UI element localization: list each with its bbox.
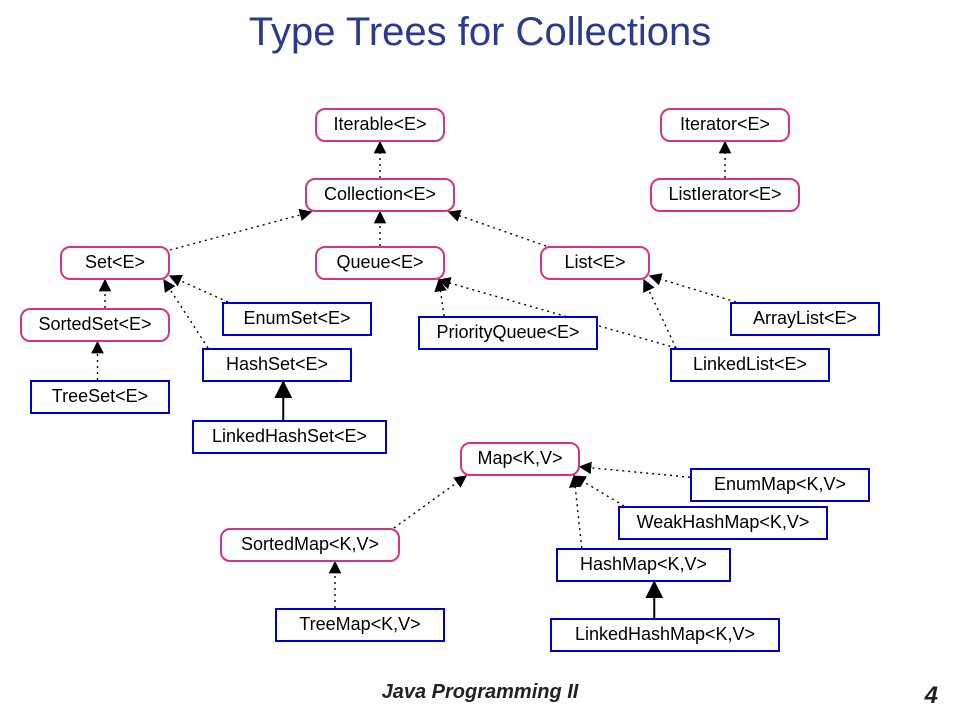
slide-title: Type Trees for Collections <box>0 10 960 55</box>
edge-priorityqueue-to-queue <box>439 280 444 316</box>
edge-arraylist-to-list <box>650 276 736 302</box>
edge-hashset-to-set <box>164 280 208 348</box>
edge-enummap-to-map <box>580 467 690 477</box>
node-map: Map<K,V> <box>460 442 580 476</box>
node-sortedset: SortedSet<E> <box>20 308 170 342</box>
node-priorityqueue: PriorityQueue<E> <box>418 316 598 350</box>
node-iterable: Iterable<E> <box>315 108 445 142</box>
node-enumset: EnumSet<E> <box>222 302 372 336</box>
edge-weakhashmap-to-map <box>574 476 624 506</box>
edge-hashmap-to-map <box>574 476 582 548</box>
node-hashset: HashSet<E> <box>202 348 352 382</box>
node-linkedhashmap: LinkedHashMap<K,V> <box>550 618 780 652</box>
node-enummap: EnumMap<K,V> <box>690 468 870 502</box>
node-linkedlist: LinkedList<E> <box>670 348 830 382</box>
node-listiterator: ListIerator<E> <box>650 178 800 212</box>
node-list: List<E> <box>540 246 650 280</box>
node-treeset: TreeSet<E> <box>30 380 170 414</box>
edge-sortedmap-to-map <box>394 476 466 528</box>
diagram-stage: Type Trees for Collections Iterable<E> It… <box>0 0 960 720</box>
edge-set-to-collection <box>170 212 311 250</box>
node-set: Set<E> <box>60 246 170 280</box>
edge-enumset-to-set <box>170 276 228 302</box>
node-linkedhashset: LinkedHashSet<E> <box>192 420 387 454</box>
footer-course: Java Programming II <box>0 681 960 704</box>
node-weakhashmap: WeakHashMap<K,V> <box>618 506 828 540</box>
node-arraylist: ArrayList<E> <box>730 302 880 336</box>
node-sortedmap: SortedMap<K,V> <box>220 528 400 562</box>
edge-list-to-collection <box>449 212 546 246</box>
node-queue: Queue<E> <box>315 246 445 280</box>
edge-linkedlist-to-list <box>644 280 676 348</box>
footer-page: 4 <box>925 682 938 710</box>
node-hashmap: HashMap<K,V> <box>556 548 731 582</box>
node-treemap: TreeMap<K,V> <box>275 608 445 642</box>
node-collection: Collection<E> <box>305 178 455 212</box>
node-iterator: Iterator<E> <box>660 108 790 142</box>
